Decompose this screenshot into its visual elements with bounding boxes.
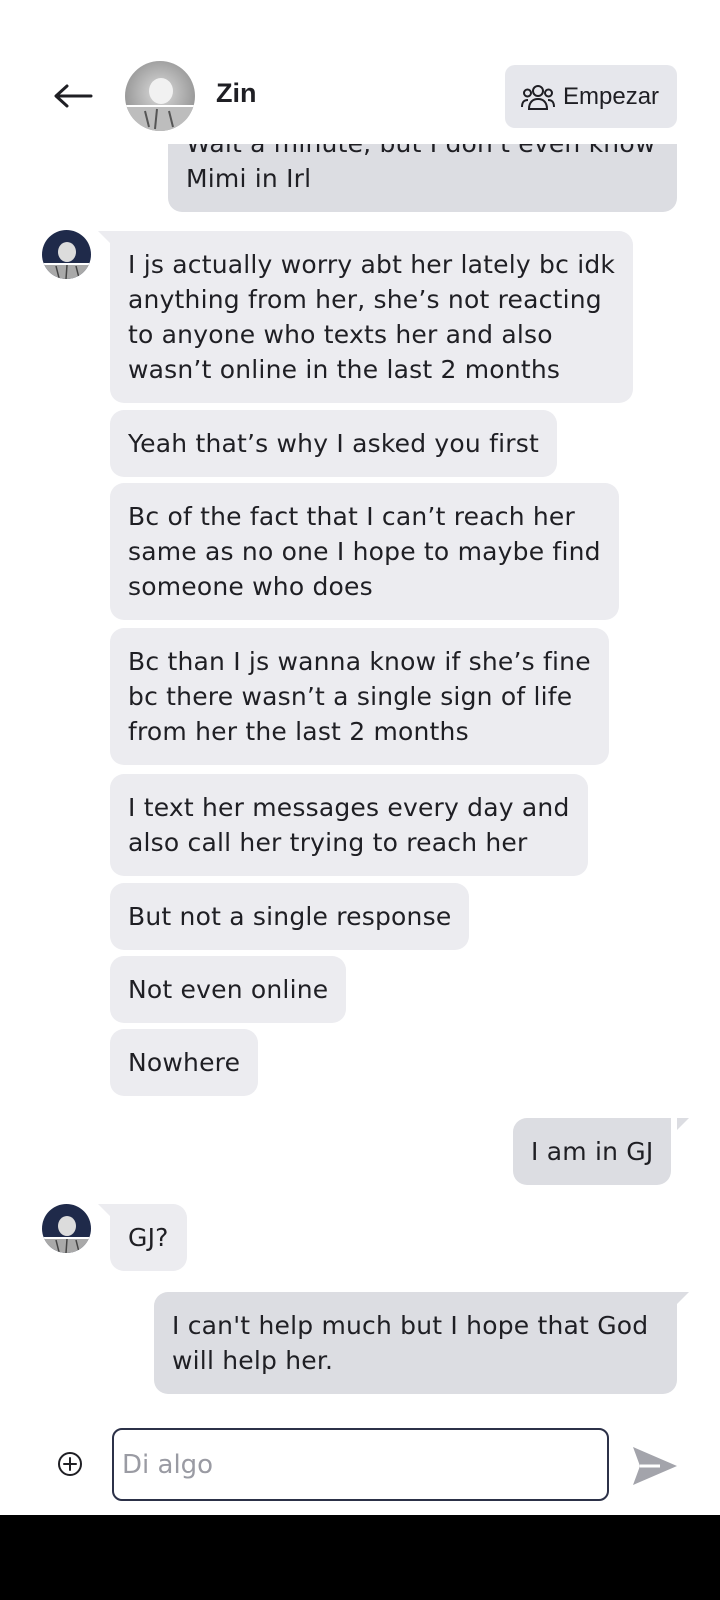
sender-avatar[interactable] — [42, 230, 91, 279]
profile-photo — [125, 61, 195, 131]
message-input[interactable] — [112, 1428, 609, 1501]
bubble-tail — [98, 1204, 110, 1216]
message-list[interactable]: Wait a minute, but I don't even know Mim… — [0, 144, 720, 1400]
plus-circle-icon — [58, 1452, 82, 1476]
incoming-message[interactable]: Nowhere — [110, 1029, 259, 1096]
start-button-label: Empezar — [563, 82, 660, 110]
group-users-icon — [521, 84, 555, 110]
message-composer — [0, 1400, 720, 1515]
sender-avatar[interactable] — [42, 1204, 91, 1253]
incoming-message[interactable]: I js actually worry abt her lately bc id… — [110, 231, 634, 403]
bubble-tail — [98, 231, 110, 243]
outgoing-message[interactable]: I can't help much but I hope that God wi… — [154, 1292, 677, 1394]
bubble-tail — [677, 1292, 689, 1304]
contact-name[interactable]: Zin — [216, 78, 257, 109]
attach-button[interactable] — [56, 1450, 84, 1478]
chat-header: Zin Empezar — [0, 0, 720, 144]
system-navigation-bar — [0, 1515, 720, 1600]
bubble-tail — [677, 1118, 689, 1130]
start-button[interactable]: Empezar — [505, 65, 677, 128]
outgoing-message[interactable]: I am in GJ — [513, 1118, 672, 1185]
incoming-message[interactable]: But not a single response — [110, 883, 470, 950]
outgoing-message[interactable]: Wait a minute, but I don't even know Mim… — [168, 144, 677, 212]
incoming-message[interactable]: Not even online — [110, 956, 347, 1023]
incoming-message[interactable]: GJ? — [110, 1204, 187, 1271]
profile-photo — [42, 1204, 91, 1253]
back-button[interactable] — [48, 76, 98, 116]
incoming-message[interactable]: Bc of the fact that I can’t reach her sa… — [110, 483, 619, 620]
profile-photo — [42, 230, 91, 279]
send-icon — [633, 1447, 677, 1485]
incoming-message[interactable]: Bc than I js wanna know if she’s fine bc… — [110, 628, 609, 765]
incoming-message[interactable]: Yeah that’s why I asked you first — [110, 410, 557, 477]
arrow-left-icon — [54, 84, 93, 108]
send-button[interactable] — [630, 1444, 680, 1488]
incoming-message[interactable]: I text her messages every day and also c… — [110, 774, 588, 876]
contact-avatar[interactable] — [125, 61, 195, 131]
